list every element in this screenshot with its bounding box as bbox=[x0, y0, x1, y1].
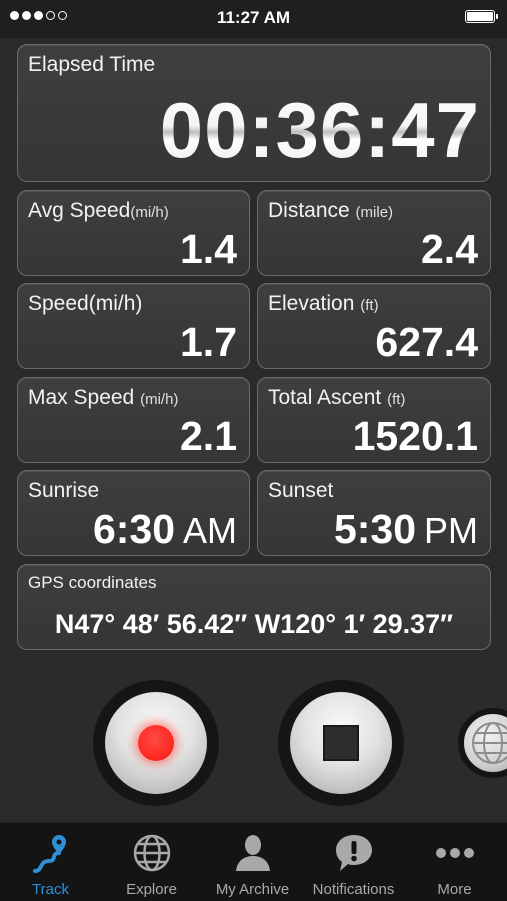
speed-unit: (mi/h) bbox=[88, 292, 143, 315]
elapsed-time-value: 00:36:47 bbox=[159, 86, 480, 174]
tab-more-label: More bbox=[437, 881, 472, 898]
stop-icon bbox=[323, 725, 359, 761]
more-icon bbox=[435, 848, 474, 858]
status-time: 11:27 AM bbox=[216, 8, 291, 27]
max-speed-label: Max Speed bbox=[28, 386, 135, 409]
speed-label: Speed bbox=[28, 292, 89, 315]
elapsed-time-label: Elapsed Time bbox=[28, 53, 156, 76]
max-speed-unit: (mi/h) bbox=[140, 391, 179, 408]
sunset-tile: Sunset 5:30 PM bbox=[257, 470, 491, 556]
record-button[interactable] bbox=[93, 680, 219, 806]
total-ascent-tile: Total Ascent (ft) 1520.1 bbox=[257, 377, 491, 463]
elapsed-time-panel: Elapsed Time 00:36:47 bbox=[17, 44, 491, 182]
speech-bubble-icon bbox=[335, 835, 372, 871]
gps-label: GPS coordinates bbox=[28, 573, 157, 592]
tab-notifications-label: Notifications bbox=[312, 881, 395, 898]
avg-speed-value: 1.4 bbox=[180, 226, 237, 272]
max-speed-tile: Max Speed (mi/h) 2.1 bbox=[17, 377, 250, 463]
stop-button[interactable] bbox=[278, 680, 404, 806]
gps-panel: GPS coordinates N47° 48′ 56.42″ W120° 1′… bbox=[17, 564, 491, 650]
tab-more[interactable]: More bbox=[404, 823, 505, 901]
gps-coordinates-value: N47° 48′ 56.42″ W120° 1′ 29.37″ bbox=[54, 609, 454, 639]
globe-icon bbox=[133, 834, 170, 872]
distance-tile: Distance (mile) 2.4 bbox=[257, 190, 491, 276]
max-speed-value: 2.1 bbox=[180, 413, 237, 459]
elevation-tile: Elevation (ft) 627.4 bbox=[257, 283, 491, 369]
sunset-ampm: PM bbox=[424, 510, 478, 551]
sunset-label: Sunset bbox=[268, 479, 334, 502]
sunrise-value: 6:30 bbox=[92, 506, 175, 552]
total-ascent-label: Total Ascent bbox=[268, 386, 382, 409]
tab-notifications[interactable]: Notifications bbox=[303, 823, 404, 901]
avg-speed-tile: Avg Speed(mi/h) 1.4 bbox=[17, 190, 250, 276]
distance-value: 2.4 bbox=[421, 226, 478, 272]
sunrise-tile: Sunrise 6:30 AM bbox=[17, 470, 250, 556]
elevation-label: Elevation bbox=[268, 292, 355, 315]
tab-my-archive[interactable]: My Archive bbox=[202, 823, 303, 901]
sunrise-label: Sunrise bbox=[28, 479, 100, 502]
distance-unit: (mile) bbox=[355, 204, 394, 221]
speed-tile: Speed(mi/h) 1.7 bbox=[17, 283, 250, 369]
total-ascent-value: 1520.1 bbox=[352, 413, 478, 459]
person-icon bbox=[235, 835, 270, 871]
sunrise-ampm: AM bbox=[183, 510, 237, 551]
tab-my-archive-label: My Archive bbox=[215, 881, 290, 898]
tab-explore-label: Explore bbox=[126, 881, 177, 898]
tab-explore[interactable]: Explore bbox=[101, 823, 202, 901]
speed-value: 1.7 bbox=[180, 319, 237, 365]
track-icon bbox=[32, 835, 66, 873]
status-bar: 11:27 AM bbox=[0, 0, 507, 38]
tab-track[interactable]: Track bbox=[0, 823, 101, 901]
sunset-value: 5:30 bbox=[333, 506, 416, 552]
total-ascent-unit: (ft) bbox=[387, 391, 406, 408]
record-icon bbox=[138, 725, 174, 761]
battery-icon bbox=[465, 10, 498, 23]
distance-label: Distance bbox=[268, 199, 350, 222]
avg-speed-unit: (mi/h) bbox=[130, 204, 169, 221]
avg-speed-label: Avg Speed bbox=[28, 199, 131, 222]
elevation-unit: (ft) bbox=[360, 297, 379, 314]
map-button[interactable] bbox=[458, 708, 507, 778]
tab-bar: Track Explore My Archive Notifications M… bbox=[0, 822, 507, 901]
tab-track-label: Track bbox=[32, 881, 69, 898]
globe-icon bbox=[472, 722, 507, 764]
elevation-value: 627.4 bbox=[375, 319, 478, 365]
